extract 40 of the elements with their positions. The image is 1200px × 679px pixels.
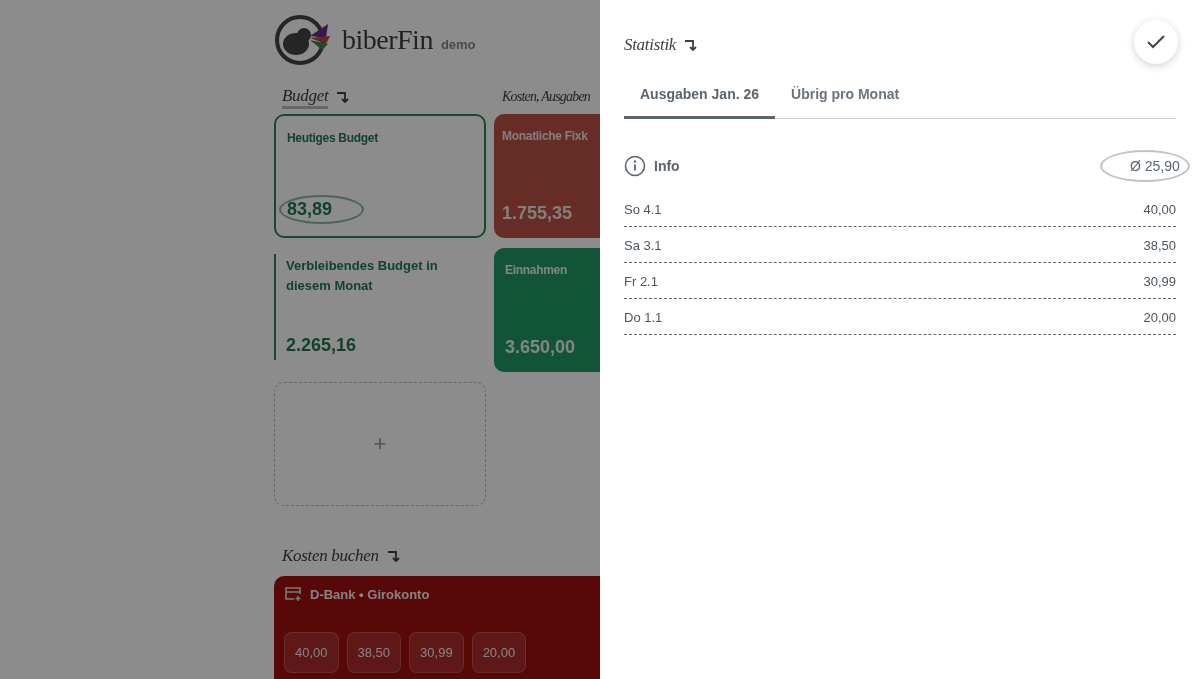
section-heading: Kosten, Ausgaben — [502, 89, 591, 105]
budget-card[interactable]: Einnahmen 3.650,00 — [494, 248, 600, 372]
tab[interactable]: Übrig pro Monat — [775, 76, 916, 119]
info-icon — [624, 155, 646, 177]
add-card[interactable]: + — [274, 382, 486, 506]
day-amount: 40,00 — [1143, 202, 1176, 217]
day-amount: 30,99 — [1143, 274, 1176, 289]
day-label: Fr 2.1 — [624, 274, 658, 289]
info-label[interactable]: Info — [654, 158, 680, 174]
card-amount: 1.755,35 — [501, 202, 574, 225]
section-heading: Kosten buchen — [282, 546, 379, 566]
plus-sign: + — [373, 431, 387, 457]
budget-card[interactable]: Heutiges Budget 83,89 — [274, 114, 486, 238]
average-value: Ø 25,90 — [1100, 150, 1190, 182]
card-amount: 2.265,16 — [285, 334, 358, 357]
drawer-title: Statistik — [624, 35, 677, 55]
day-label: So 4.1 — [624, 202, 662, 217]
card-title: Verbleibendes Budget in diesem Monat — [286, 257, 439, 295]
account-name: D-Bank • Girokonto — [310, 586, 430, 602]
budget-card[interactable]: Monatliche Fixk 1.755,35 — [494, 114, 600, 238]
card-title: Heutiges Budget — [287, 130, 379, 147]
confirm-button[interactable] — [1134, 20, 1178, 64]
budget-card[interactable]: Verbleibendes Budget in diesem Monat 2.265,16 — [274, 254, 486, 360]
card-amount: 83,89 — [279, 195, 365, 224]
day-amount: 38,50 — [1143, 238, 1176, 253]
day-amount: 20,00 — [1143, 310, 1176, 325]
brand-name: biberFin — [342, 24, 433, 56]
corner-arrow-icon — [684, 38, 699, 52]
section-heading: Budget — [282, 85, 329, 109]
check-icon — [1147, 35, 1165, 49]
day-label: Do 1.1 — [624, 310, 663, 325]
card-title: Einnahmen — [505, 262, 568, 279]
card-add-icon — [284, 586, 302, 602]
corner-arrow-icon — [386, 549, 401, 563]
demo-label: demo — [440, 36, 476, 52]
card-title: Monatliche Fixk — [502, 128, 589, 145]
tab[interactable]: Ausgaben Jan. 26 — [624, 76, 776, 119]
card-amount: 3.650,00 — [504, 336, 577, 359]
day-label: Sa 3.1 — [624, 238, 662, 253]
corner-arrow-icon — [336, 90, 351, 104]
